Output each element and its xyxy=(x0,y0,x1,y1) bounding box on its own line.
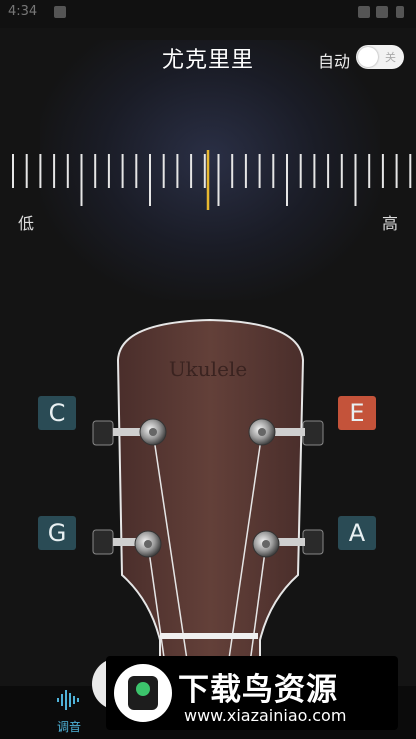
tab-tune[interactable]: 调音 xyxy=(48,690,90,735)
tuner-shaft-e xyxy=(275,428,305,436)
tuner-key-c[interactable] xyxy=(92,420,114,446)
nut xyxy=(160,633,258,639)
note-button-a[interactable]: A xyxy=(338,516,376,550)
tuner-key-g[interactable] xyxy=(92,529,114,555)
peg-c-center xyxy=(149,428,157,436)
watermark-bird-icon xyxy=(114,664,172,722)
watermark: 下载鸟资源 www.xiazainiao.com xyxy=(106,656,398,730)
notification-icon xyxy=(54,6,66,18)
signal-icon xyxy=(376,6,388,18)
ukulele-headstock: Ukulele xyxy=(92,318,324,700)
watermark-url: www.xiazainiao.com xyxy=(184,706,347,725)
low-label: 低 xyxy=(18,214,35,233)
note-button-g[interactable]: G xyxy=(38,516,76,550)
note-button-c[interactable]: C xyxy=(38,396,76,430)
tab-tune-label: 调音 xyxy=(56,720,81,734)
tuner-shaft-a xyxy=(275,538,305,546)
tuner-shaft-c xyxy=(113,428,143,436)
page-title: 尤克里里 xyxy=(161,48,254,73)
wifi-icon xyxy=(358,6,370,18)
high-label: 高 xyxy=(381,214,398,233)
toggle-state-label: 关 xyxy=(385,51,396,64)
status-bar: 4:34 xyxy=(0,0,416,28)
auto-label: 自动 xyxy=(317,52,350,71)
brand-logo: Ukulele xyxy=(169,357,247,381)
waveform-icon xyxy=(57,690,79,710)
battery-icon xyxy=(396,6,404,18)
ruler-ticks xyxy=(12,150,412,210)
peg-a-center xyxy=(262,540,270,548)
auto-toggle[interactable]: 关 xyxy=(356,45,404,69)
tuner-key-e[interactable] xyxy=(302,420,324,446)
peg-g-center xyxy=(144,540,152,548)
peg-e-center xyxy=(258,428,266,436)
tuner-key-a[interactable] xyxy=(302,529,324,555)
tuning-ruler xyxy=(0,150,416,210)
toggle-knob xyxy=(358,47,378,67)
watermark-title: 下载鸟资源 xyxy=(178,672,338,708)
status-time: 4:34 xyxy=(8,4,38,19)
note-button-e[interactable]: E xyxy=(338,396,376,430)
